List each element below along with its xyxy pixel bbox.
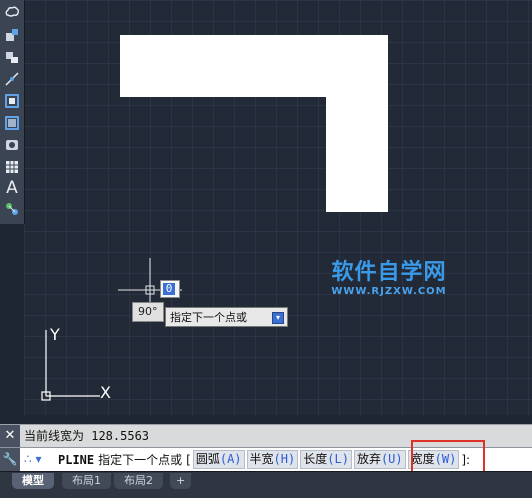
- cloud-revision-icon[interactable]: [3, 4, 21, 22]
- angle-tooltip: 90°: [132, 302, 164, 322]
- command-open-bracket: [: [186, 452, 191, 467]
- option-undo[interactable]: 放弃(U): [353, 450, 406, 469]
- region-icon[interactable]: [3, 136, 21, 154]
- command-prompt: 指定下一个点或: [98, 453, 183, 467]
- drawing-canvas[interactable]: 0 90° 指定下一个点或 ▾ 软件自学网 WWW.RJZXW.COM Y X: [24, 0, 532, 415]
- dropdown-arrow-icon[interactable]: ▾: [272, 312, 284, 324]
- add-tab-button[interactable]: +: [170, 473, 192, 489]
- hatch-icon[interactable]: [3, 92, 21, 110]
- watermark-url: WWW.RJZXW.COM: [331, 286, 447, 297]
- make-block-icon[interactable]: [3, 48, 21, 66]
- gradient-icon[interactable]: [3, 114, 21, 132]
- option-label: 半宽: [249, 452, 274, 466]
- option-key: (U): [380, 452, 403, 466]
- dynamic-input-field[interactable]: 0: [160, 280, 180, 298]
- ucs-y-label: Y: [49, 325, 60, 344]
- option-key: (L): [327, 452, 349, 466]
- command-prompt-icon: ∴ ▾: [24, 452, 42, 466]
- tab-layout1[interactable]: 布局1: [62, 473, 111, 489]
- command-name: PLINE: [58, 452, 95, 467]
- add-selected-icon[interactable]: [3, 200, 21, 218]
- watermark: 软件自学网 WWW.RJZXW.COM: [314, 260, 464, 298]
- layout-tabs: 模型 布局1 布局2 +: [0, 471, 532, 498]
- dynamic-prompt[interactable]: 指定下一个点或 ▾: [165, 307, 288, 327]
- polyline-shape[interactable]: [120, 35, 390, 215]
- watermark-title: 软件自学网: [331, 260, 447, 285]
- point-icon[interactable]: [3, 70, 21, 88]
- close-icon[interactable]: ✕: [0, 425, 20, 447]
- draw-toolbar: A: [0, 0, 25, 224]
- tab-layout2[interactable]: 布局2: [114, 473, 163, 489]
- dynamic-prompt-text: 指定下一个点或: [170, 311, 247, 324]
- option-label: 长度: [303, 452, 328, 466]
- option-label: 放弃: [356, 452, 381, 466]
- option-length[interactable]: 长度(L): [300, 450, 352, 469]
- dynamic-input-value[interactable]: 0: [163, 283, 175, 295]
- ucs-x-label: X: [100, 383, 111, 402]
- option-key: (A): [219, 452, 242, 466]
- ucs-icon: Y X: [41, 325, 111, 402]
- option-label: 圆弧: [195, 452, 220, 466]
- table-icon[interactable]: [3, 158, 21, 176]
- history-text: 当前线宽为 128.5563: [24, 429, 150, 443]
- insert-block-icon[interactable]: [3, 26, 21, 44]
- option-halfwidth[interactable]: 半宽(H): [246, 450, 299, 469]
- option-key: (H): [273, 452, 296, 466]
- tab-model[interactable]: 模型: [12, 473, 54, 489]
- multiline-text-icon[interactable]: A: [3, 178, 21, 198]
- command-text: PLINE 指定下一个点或 [ 圆弧(A) 半宽(H) 长度(L) 放弃(U) …: [58, 448, 470, 471]
- option-arc[interactable]: 圆弧(A): [192, 450, 245, 469]
- wrench-icon[interactable]: 🔧: [0, 448, 20, 471]
